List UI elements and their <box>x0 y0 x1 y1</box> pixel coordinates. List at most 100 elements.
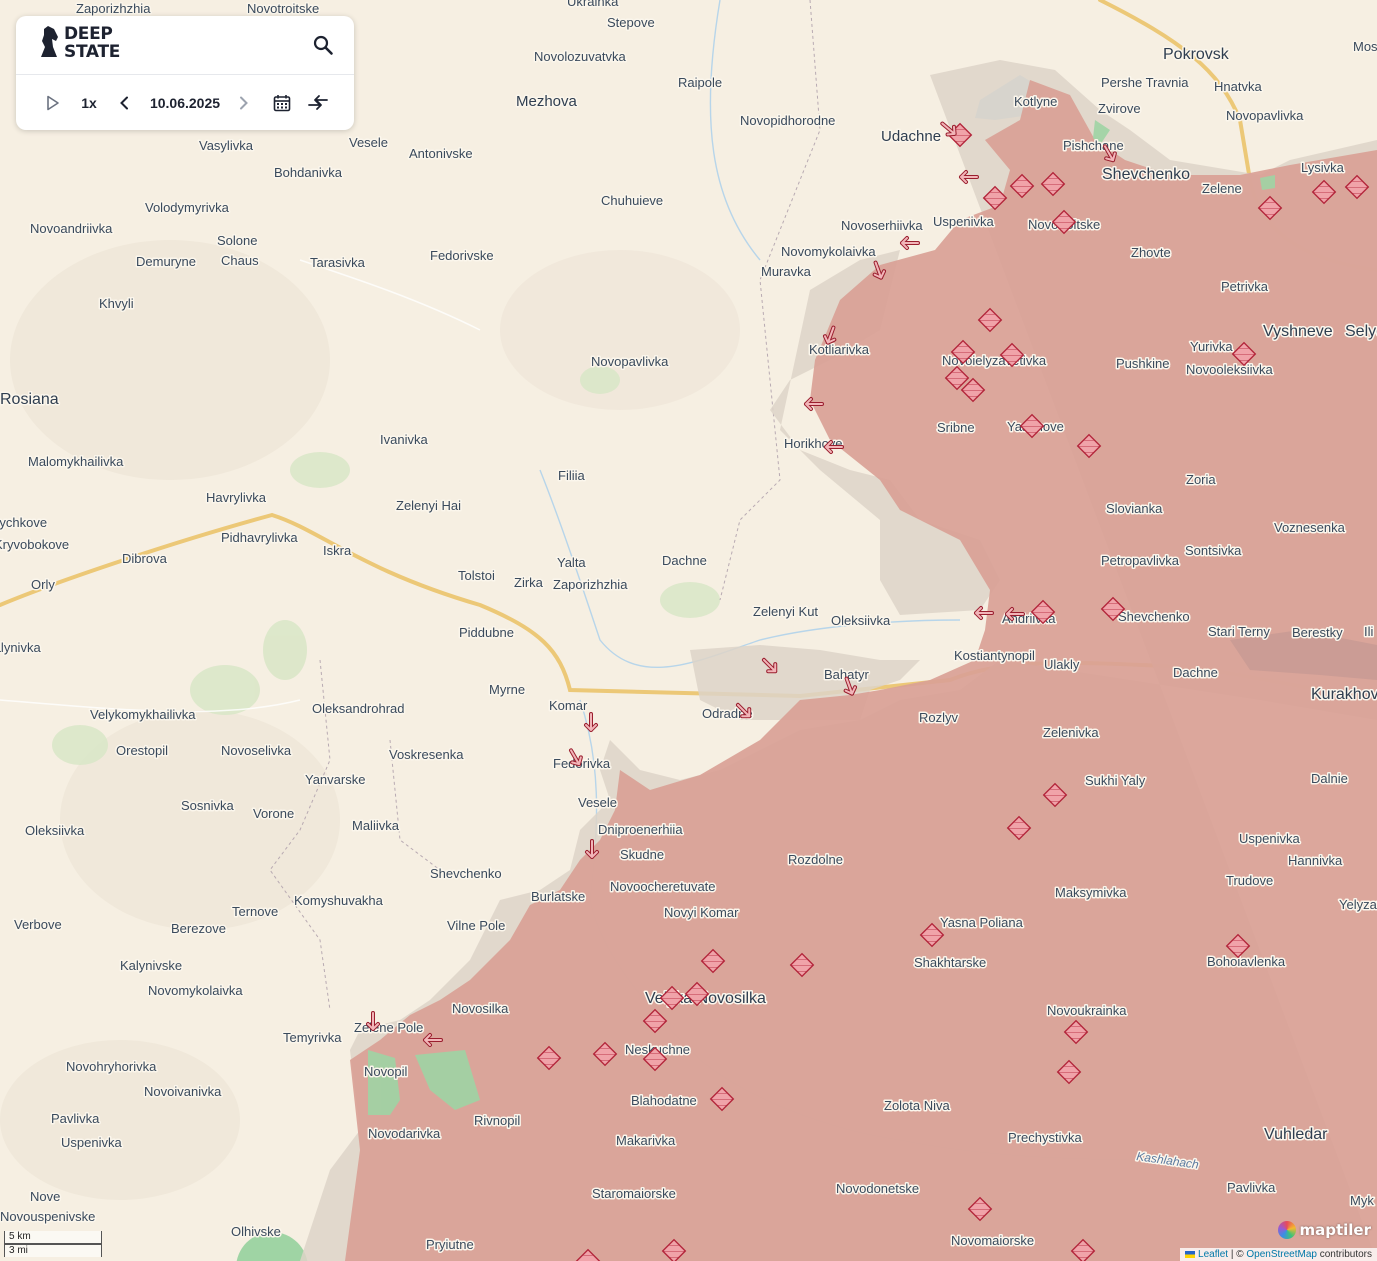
place-label: Rivnopil <box>474 1113 520 1128</box>
place-label: Zelene <box>1202 181 1242 196</box>
chevron-left-icon <box>120 96 128 110</box>
place-label: Chuhuieve <box>601 193 663 208</box>
place-label: Zirka <box>514 575 544 590</box>
place-label: Novodarivka <box>368 1126 441 1141</box>
place-label: Bohoiavlenka <box>1207 954 1286 969</box>
osm-link[interactable]: OpenStreetMap <box>1246 1249 1317 1260</box>
place-label: Ternove <box>232 904 278 919</box>
place-label: Vasylivka <box>199 138 254 153</box>
place-label: Sosnivka <box>181 798 235 813</box>
place-label: Malomykhailivka <box>28 454 124 469</box>
place-label: Tolstoi <box>458 568 495 583</box>
place-label: Shevchenko <box>1102 166 1190 183</box>
place-label: Demuryne <box>136 254 196 269</box>
place-label: Blahodatne <box>631 1093 697 1108</box>
place-label: Stari Terny <box>1208 624 1270 639</box>
place-label: Yanvarske <box>305 772 365 787</box>
place-label: Muravka <box>761 264 812 279</box>
place-label: Zelenyi Kut <box>753 604 818 619</box>
knight-icon <box>41 26 58 57</box>
place-label: Berezove <box>171 921 226 936</box>
place-label: Trudove <box>1226 873 1273 888</box>
place-label: Ili <box>1364 624 1374 639</box>
chevron-right-icon <box>240 96 248 110</box>
place-label: Rozdolne <box>788 852 843 867</box>
place-label: Pavlivka <box>51 1111 100 1126</box>
place-label: Oleksiivka <box>25 823 85 838</box>
place-label: Prechystivka <box>1008 1130 1082 1145</box>
place-label: Havrylivka <box>206 490 267 505</box>
place-label: Skudne <box>620 847 664 862</box>
deepstate-logo[interactable]: DEEP STATE <box>38 25 120 61</box>
compare-button[interactable] <box>306 75 330 131</box>
place-label: Rozlyv <box>919 710 959 725</box>
place-label: Olhivske <box>231 1224 281 1239</box>
place-label: Filiia <box>558 468 585 483</box>
place-label: Pishchane <box>1063 138 1124 153</box>
place-label: Novomykolaivka <box>148 983 243 998</box>
place-label: Hnatvka <box>1214 79 1262 94</box>
place-label: Novomykolaivka <box>781 244 876 259</box>
place-label: Novodonetske <box>836 1181 919 1196</box>
place-label: Novomaiorske <box>951 1233 1034 1248</box>
place-label: Uspenivka <box>1239 831 1300 846</box>
place-label: Khvyli <box>99 296 134 311</box>
maptiler-logo[interactable]: maptiler <box>1278 1221 1371 1239</box>
place-label: Maksymivka <box>1055 885 1127 900</box>
place-label: Petropavlivka <box>1101 553 1180 568</box>
play-button[interactable] <box>44 75 62 131</box>
place-label: Maliivka <box>352 818 400 833</box>
attribution-sep: | © <box>1228 1249 1247 1260</box>
timeline-controls: 1x 10.06.2025 <box>16 75 354 131</box>
place-label: Rosiana <box>0 391 59 408</box>
place-label: Sribne <box>937 420 975 435</box>
place-label: Stepove <box>607 15 655 30</box>
place-label: Novosilka <box>452 1001 509 1016</box>
calendar-icon <box>273 95 291 112</box>
next-date-button[interactable] <box>236 75 252 131</box>
place-label: Kryvobokove <box>0 537 69 552</box>
place-label: Kostiantynopil <box>954 648 1035 663</box>
place-label: Solone <box>217 233 257 248</box>
place-label: Lysivka <box>1301 160 1345 175</box>
place-label: Uspenivka <box>933 214 994 229</box>
place-label: Pokrovsk <box>1163 46 1230 63</box>
place-label: Novoivanivka <box>144 1084 222 1099</box>
place-label: Sukhi Yaly <box>1085 773 1146 788</box>
attribution-suffix: contributors <box>1316 1249 1372 1260</box>
place-label: Vesele <box>349 135 388 150</box>
place-label: Novoserhiivka <box>841 218 923 233</box>
place-label: Dalnie <box>1311 771 1348 786</box>
place-label: Yelyzavetivka <box>1339 897 1377 912</box>
leaflet-link[interactable]: Leaflet <box>1198 1249 1228 1260</box>
scale-mi: 3 mi <box>4 1244 102 1257</box>
date-display[interactable]: 10.06.2025 <box>144 75 226 131</box>
calendar-button[interactable] <box>272 75 292 131</box>
place-label: Udachne <box>881 128 941 145</box>
speed-button[interactable]: 1x <box>76 75 102 131</box>
place-label: Novopavlivka <box>591 354 669 369</box>
place-label: Orestopil <box>116 743 168 758</box>
map-canvas[interactable]: Zaporizhzhia Novotroitske Ukrainka Stepo… <box>0 0 1377 1261</box>
place-label: Novouspenivske <box>0 1209 95 1224</box>
place-label: Vorone <box>253 806 294 821</box>
place-label: Valynivka <box>0 640 41 655</box>
place-label: Novopavlivka <box>1226 108 1304 123</box>
place-label: Temyrivka <box>283 1030 342 1045</box>
place-label: Pushkine <box>1116 356 1169 371</box>
place-label: Novohryhorivka <box>66 1059 157 1074</box>
place-label: Sontsivka <box>1185 543 1242 558</box>
place-label: Dniproenerhiia <box>598 822 683 837</box>
place-label: Dibrova <box>122 551 168 566</box>
place-label: Kalynivske <box>120 958 182 973</box>
place-label: Verbove <box>14 917 62 932</box>
place-label: Vuhledar <box>1264 1126 1328 1143</box>
place-label: Kurakhove <box>1311 686 1377 703</box>
scale-bar: 5 km 3 mi <box>4 1231 102 1257</box>
place-label: Bohdanivka <box>274 165 343 180</box>
place-label: Yalta <box>557 555 586 570</box>
search-icon[interactable] <box>312 34 334 56</box>
place-label: Pryiutne <box>426 1237 474 1252</box>
place-label: Raipole <box>678 75 722 90</box>
prev-date-button[interactable] <box>116 75 132 131</box>
